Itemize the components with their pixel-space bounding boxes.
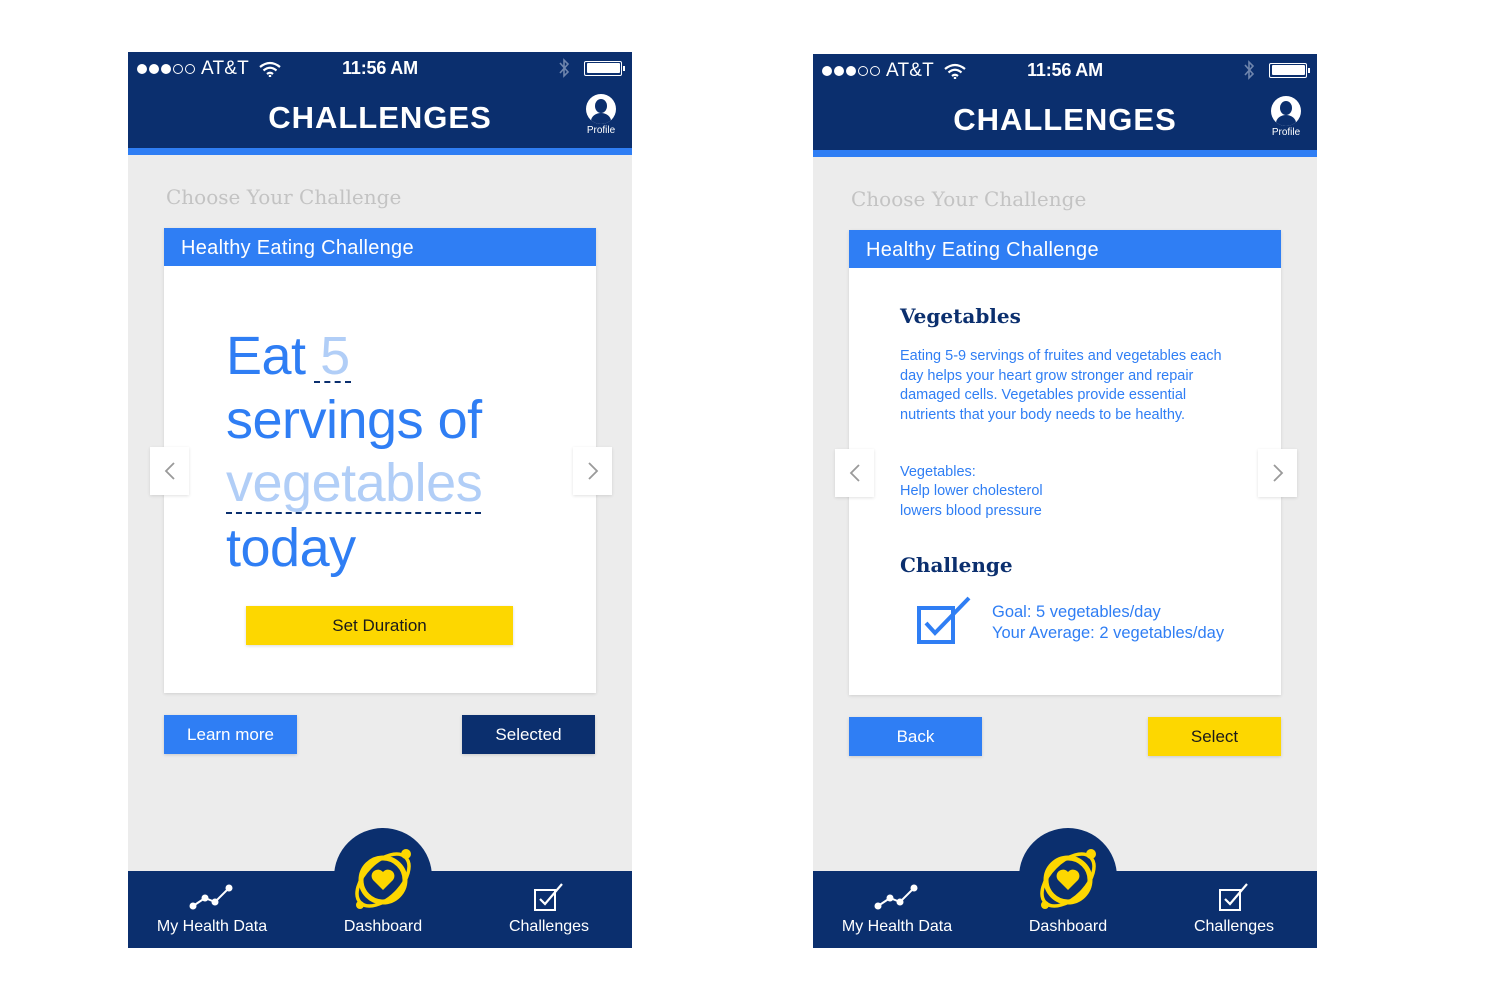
card-title: Healthy Eating Challenge [849, 230, 1281, 268]
phone-screen-statement: AT&T 11:56 AM CHALLENGES Profile Choose … [128, 52, 632, 948]
chevron-right-icon [1272, 464, 1283, 482]
bluetooth-icon [559, 58, 570, 78]
profile-label: Profile [586, 125, 616, 136]
next-button[interactable] [573, 447, 612, 495]
goal-text: Goal: 5 vegetables/day [992, 603, 1161, 621]
battery-icon [1269, 62, 1310, 78]
statement-today: today [226, 518, 356, 578]
status-bar: AT&T 11:56 AM [128, 52, 632, 86]
food-underline [226, 512, 481, 514]
quantity-selector[interactable]: 5 [320, 326, 350, 386]
nav-label: My Health Data [156, 918, 268, 935]
nav-dashboard[interactable]: Dashboard [328, 918, 438, 936]
app-header: AT&T 11:56 AM CHALLENGES Profile [813, 54, 1317, 150]
previous-button[interactable] [835, 449, 874, 497]
chevron-right-icon [587, 462, 598, 480]
profile-button[interactable]: Profile [584, 94, 618, 136]
benefit-item: Help lower cholesterol [900, 483, 1043, 499]
app-header: AT&T 11:56 AM CHALLENGES Profile [128, 52, 632, 148]
nav-my-health-data[interactable]: My Health Data [839, 871, 955, 948]
battery-icon [584, 60, 625, 76]
checkbox-icon [917, 596, 971, 644]
profile-icon [1271, 96, 1301, 126]
previous-button[interactable] [150, 447, 189, 495]
next-button[interactable] [1258, 449, 1297, 497]
select-button[interactable]: Select [1148, 717, 1281, 756]
vegetables-heading: Vegetables [900, 304, 1021, 328]
section-title: Choose Your Challenge [166, 185, 402, 209]
phone-screen-detail: AT&T 11:56 AM CHALLENGES Profile Choose … [813, 54, 1317, 948]
benefits-title: Vegetables: [900, 464, 976, 480]
vegetables-description: Eating 5-9 servings of fruites and veget… [900, 348, 1222, 423]
status-time: 11:56 AM [1027, 60, 1103, 80]
page-title: CHALLENGES [953, 102, 1177, 137]
nav-challenges[interactable]: Challenges [1193, 871, 1275, 948]
nav-label: My Health Data [841, 918, 953, 935]
status-time: 11:56 AM [342, 58, 418, 78]
benefits-list: Help lower cholesterol lowers blood pres… [900, 482, 1043, 521]
food-selector[interactable]: vegetables [226, 456, 483, 510]
profile-button[interactable]: Profile [1269, 96, 1303, 138]
nav-label: Challenges [508, 918, 590, 935]
card-title: Healthy Eating Challenge [164, 228, 596, 266]
section-title: Choose Your Challenge [851, 187, 1087, 211]
statement-verb: Eat [226, 326, 306, 386]
statement-servings: servings of [226, 390, 482, 450]
nav-my-health-data[interactable]: My Health Data [154, 871, 270, 948]
back-button[interactable]: Back [849, 717, 982, 756]
learn-more-button[interactable]: Learn more [164, 715, 297, 754]
status-bar: AT&T 11:56 AM [813, 54, 1317, 88]
average-text: Your Average: 2 vegetables/day [992, 624, 1225, 642]
chevron-left-icon [849, 464, 860, 482]
goal-block: Goal: 5 vegetables/day Your Average: 2 v… [992, 602, 1224, 644]
bluetooth-icon [1244, 60, 1255, 80]
challenge-card: Healthy Eating Challenge Eat 5 servings … [164, 228, 596, 693]
chevron-left-icon [164, 462, 175, 480]
benefit-item: lowers blood pressure [900, 502, 1042, 519]
page-title: CHALLENGES [268, 100, 492, 135]
profile-icon [586, 94, 616, 124]
profile-label: Profile [1271, 127, 1301, 138]
nav-dashboard[interactable]: Dashboard [1013, 918, 1123, 936]
challenge-heading: Challenge [900, 553, 1013, 577]
challenge-card: Healthy Eating Challenge Vegetables Eati… [849, 230, 1281, 695]
header-divider [128, 148, 632, 155]
nav-challenges[interactable]: Challenges [508, 871, 590, 948]
checkmark-box-icon [1219, 883, 1248, 911]
quantity-underline [314, 381, 351, 383]
set-duration-button[interactable]: Set Duration [246, 606, 513, 645]
statement-line: Eat 5 [226, 329, 350, 383]
header-divider [813, 150, 1317, 157]
nav-label: Challenges [1193, 918, 1275, 935]
heart-orbit-icon[interactable] [345, 840, 421, 916]
heart-orbit-icon[interactable] [1030, 840, 1106, 916]
chart-line-icon [874, 884, 918, 910]
checkmark-box-icon [534, 883, 563, 911]
selected-button[interactable]: Selected [462, 715, 595, 754]
chart-line-icon [189, 884, 233, 910]
